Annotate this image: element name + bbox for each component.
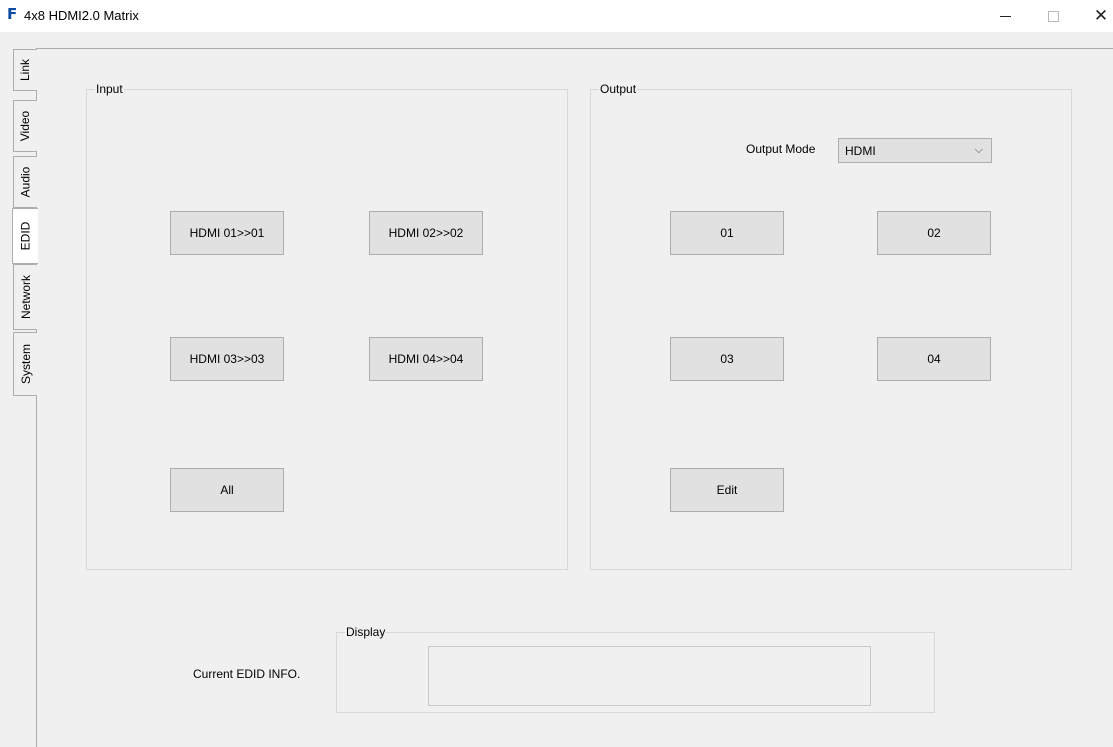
tab-label: Video: [18, 110, 33, 142]
tab-label: Link: [18, 58, 33, 82]
input-group: Input: [86, 82, 568, 570]
output-group-title: Output: [599, 82, 638, 96]
tab-network[interactable]: Network: [13, 264, 37, 330]
maximize-icon: [1047, 10, 1059, 22]
tab-link[interactable]: Link: [13, 49, 37, 91]
minimize-button[interactable]: [982, 0, 1028, 32]
hdmi-02-button[interactable]: HDMI 02>>02: [369, 211, 483, 255]
tab-label: System: [18, 343, 33, 385]
window-title: 4x8 HDMI2.0 Matrix: [24, 8, 139, 23]
output-04-button[interactable]: 04: [877, 337, 991, 381]
output-mode-value: HDMI: [845, 143, 876, 158]
chevron-down-icon: ⌵: [974, 143, 983, 156]
output-03-button[interactable]: 03: [670, 337, 784, 381]
close-button[interactable]: ✕: [1078, 0, 1113, 32]
output-mode-label: Output Mode: [746, 142, 816, 156]
tab-label: Audio: [18, 166, 33, 198]
tab-audio[interactable]: Audio: [13, 156, 37, 208]
hdmi-03-button[interactable]: HDMI 03>>03: [170, 337, 284, 381]
tab-video[interactable]: Video: [13, 100, 37, 152]
edid-info-display: [428, 646, 871, 706]
edit-button[interactable]: Edit: [670, 468, 784, 512]
display-group-title: Display: [345, 625, 387, 639]
hdmi-01-button[interactable]: HDMI 01>>01: [170, 211, 284, 255]
tab-label: Network: [18, 274, 33, 320]
output-02-button[interactable]: 02: [877, 211, 991, 255]
output-mode-select[interactable]: HDMI ⌵: [838, 138, 992, 163]
minimize-icon: [999, 15, 1011, 17]
current-edid-label: Current EDID INFO.: [193, 667, 301, 681]
hdmi-04-button[interactable]: HDMI 04>>04: [369, 337, 483, 381]
tab-edid[interactable]: EDID: [12, 208, 38, 264]
output-group: Output: [590, 82, 1072, 570]
tab-system[interactable]: System: [13, 332, 37, 396]
maximize-button[interactable]: [1030, 0, 1076, 32]
title-bar: F 4x8 HDMI2.0 Matrix ✕: [0, 0, 1113, 32]
output-01-button[interactable]: 01: [670, 211, 784, 255]
app-logo-icon: F: [7, 5, 18, 23]
tab-label: EDID: [18, 221, 33, 251]
input-group-title: Input: [95, 82, 124, 96]
all-button[interactable]: All: [170, 468, 284, 512]
